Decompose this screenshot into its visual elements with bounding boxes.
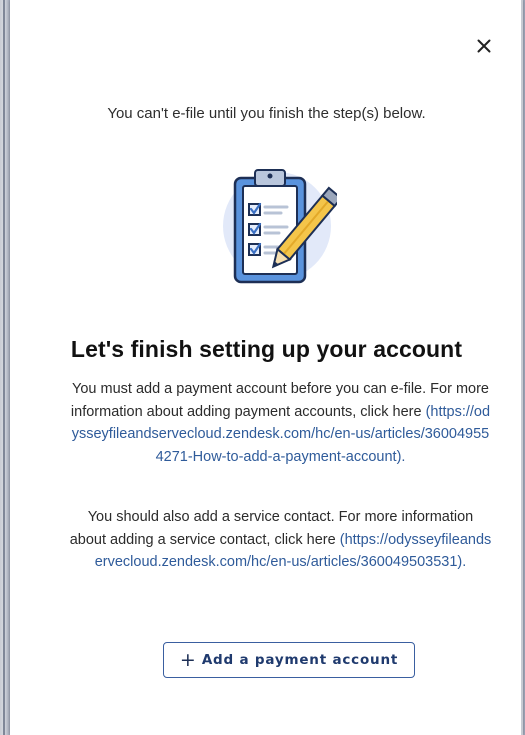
modal-title: Let's finish setting up your account xyxy=(70,336,463,362)
add-payment-account-label: Add a payment account xyxy=(201,652,399,668)
background-window-edge xyxy=(0,0,10,735)
plus-icon: + xyxy=(179,648,196,671)
close-button[interactable] xyxy=(468,30,500,62)
service-contact-info: You should also add a service contact. F… xyxy=(68,506,493,574)
clipboard-checklist-pencil-icon xyxy=(223,169,337,284)
close-icon xyxy=(477,39,491,53)
payment-account-info: You must add a payment account before yo… xyxy=(68,378,493,468)
add-payment-account-button[interactable]: + Add a payment account xyxy=(163,642,415,678)
intro-message: You can't e-file until you finish the st… xyxy=(107,105,426,122)
setup-account-modal: You can't e-file until you finish the st… xyxy=(10,0,523,735)
